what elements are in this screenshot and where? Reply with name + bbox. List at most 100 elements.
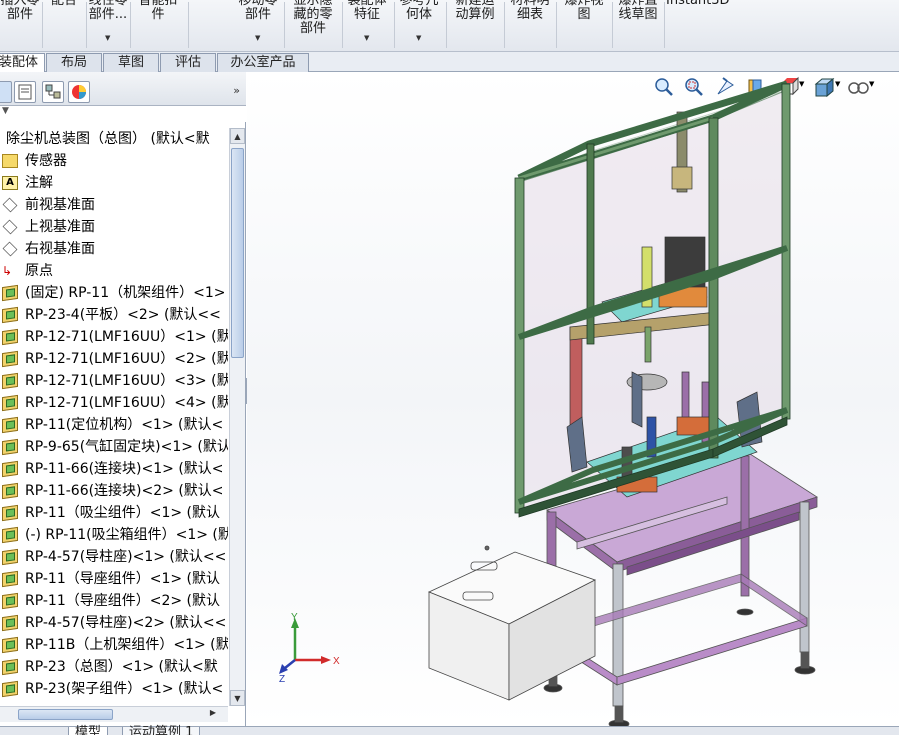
mate-button[interactable]: 配合 <box>44 0 84 52</box>
scroll-down-icon[interactable]: ▼ <box>230 690 245 706</box>
tree-item-component[interactable]: RP-11（导座组件）<1> (默认 <box>0 568 228 590</box>
explode-line-sketch-button[interactable]: 爆炸直 线草图 <box>612 0 664 52</box>
smart-fasteners-button[interactable]: 智能扣 件 <box>132 0 184 52</box>
tree-item-sensors[interactable]: 传感器 <box>0 150 228 172</box>
tree-item-label: 前视基准面 <box>25 197 95 213</box>
part-icon <box>2 614 18 632</box>
tree-item-front-plane[interactable]: 前视基准面 <box>0 194 228 216</box>
tab-office-products[interactable]: 办公室产品 <box>217 53 309 72</box>
tree-vertical-scrollbar[interactable]: ▲ ▼ <box>229 128 245 706</box>
tree-item-label: RP-11B（上机架组件）<1> (默 <box>25 637 228 653</box>
ribbon-separator <box>664 2 665 48</box>
tree-item-component[interactable]: RP-11B（上机架组件）<1> (默 <box>0 634 228 656</box>
command-manager-ribbon: 插入零 部件 配合 线性零 部件... ▼ 智能扣 件 移动零 部件 ▼ 显示隐 藏… <box>0 0 899 52</box>
tree-item-label: 注解 <box>25 175 53 191</box>
tree-item-component[interactable]: RP-23（总图）<1> (默认<默 <box>0 656 228 678</box>
tab-assembly[interactable]: 装配体 <box>0 53 45 73</box>
graphics-viewport[interactable]: ▼ ▼ ▼ Y X Z <box>247 72 899 726</box>
tab-model[interactable]: 模型 <box>68 726 109 735</box>
tree-item-component[interactable]: RP-11-66(连接块)<1> (默认< <box>0 458 228 480</box>
ribbon-separator <box>130 2 131 48</box>
tree-item-label: RP-11（导座组件）<2> (默认 <box>25 593 221 609</box>
tree-item-origin[interactable]: ↳ 原点 <box>0 260 228 282</box>
feature-manager-tree-icon[interactable] <box>0 81 12 103</box>
scroll-up-icon[interactable]: ▲ <box>230 128 245 144</box>
tree-root-assembly[interactable]: 除尘机总装图（总图） (默认<默 <box>0 128 228 150</box>
tree-item-label: RP-11（导座组件）<1> (默认 <box>25 571 221 587</box>
tab-motion-study[interactable]: 运动算例 1 <box>122 726 201 735</box>
part-icon <box>2 548 18 566</box>
tab-evaluate[interactable]: 评估 <box>160 53 216 72</box>
tab-layout[interactable]: 布局 <box>46 53 102 72</box>
tree-item-component[interactable]: RP-4-57(导柱座)<2> (默认<< <box>0 612 228 634</box>
plane-icon <box>2 241 18 257</box>
ribbon-separator <box>394 2 395 48</box>
tree-item-component[interactable]: RP-11（导座组件）<2> (默认 <box>0 590 228 612</box>
display-manager-icon[interactable] <box>68 81 90 103</box>
tree-item-component[interactable]: RP-23-4(平板）<2> (默认<< <box>0 304 228 326</box>
tree-item-component[interactable]: RP-12-71(LMF16UU）<1> (默 <box>0 326 228 348</box>
tree-item-right-plane[interactable]: 右视基准面 <box>0 238 228 260</box>
tree-item-component[interactable]: (-) RP-11(吸尘箱组件）<1> (默 <box>0 524 228 546</box>
tree-item-component[interactable]: RP-12-71(LMF16UU）<4> (默 <box>0 392 228 414</box>
ribbon-separator <box>42 2 43 48</box>
tree-item-component[interactable]: RP-4-57(导柱座)<1> (默认<< <box>0 546 228 568</box>
scroll-right-icon[interactable]: ▶ <box>210 708 216 717</box>
ribbon-button-label: 显示隐 藏的零 部件 <box>293 0 333 36</box>
tree-item-component[interactable]: RP-11-66(连接块)<2> (默认< <box>0 480 228 502</box>
tab-sketch[interactable]: 草图 <box>103 53 159 72</box>
dropdown-arrow-icon[interactable]: ▼ <box>105 31 110 45</box>
tree-item-top-plane[interactable]: 上视基准面 <box>0 216 228 238</box>
scrollbar-thumb[interactable] <box>231 148 244 358</box>
assembly-features-button[interactable]: 装配体 特征 ▼ <box>344 0 390 52</box>
ribbon-separator <box>446 2 447 48</box>
dropdown-arrow-icon[interactable]: ▼ <box>416 31 421 45</box>
scrollbar-thumb[interactable] <box>18 709 113 720</box>
bill-of-materials-button[interactable]: 材料明 细表 <box>506 0 554 52</box>
tree-item-label: RP-9-65(气缸固定块)<1> (默认 <box>25 439 228 455</box>
linear-pattern-button[interactable]: 线性零 部件... ▼ <box>88 0 128 52</box>
collapse-panel-icon[interactable]: » <box>233 84 240 97</box>
tree-item-component[interactable]: (固定) RP-11（机架组件）<1> <box>0 282 228 304</box>
tree-item-label: RP-11(定位机构）<1> (默认< <box>25 417 224 433</box>
tree-item-label: RP-12-71(LMF16UU）<4> (默 <box>25 395 228 411</box>
move-component-button[interactable]: 移动零 部件 ▼ <box>238 0 278 52</box>
new-motion-study-button[interactable]: 新建运 动算例 <box>448 0 502 52</box>
tree-item-label: RP-23(架子组件）<1> (默认< <box>25 681 224 697</box>
triad-x-arrow <box>321 656 331 664</box>
reference-geometry-button[interactable]: 参考几 何体 ▼ <box>396 0 442 52</box>
ribbon-button-label: 装配体 特征 <box>347 0 387 22</box>
tree-item-component[interactable]: RP-23(架子组件）<1> (默认< <box>0 678 228 700</box>
tree-horizontal-scrollbar[interactable]: ▶ <box>0 706 228 722</box>
tree-item-label: RP-23-4(平板）<2> (默认<< <box>25 307 221 323</box>
tree-item-label: RP-11（吸尘组件）<1> (默认 <box>25 505 221 521</box>
part-icon <box>2 592 18 610</box>
tree-item-label: RP-23（总图）<1> (默认<默 <box>25 659 218 675</box>
feature-manager-tab-bar: » <box>0 72 246 106</box>
ribbon-button-label: 智能扣 件 <box>138 0 178 22</box>
triad-z-axis <box>284 659 296 669</box>
ribbon-button-label: 线性零 部件... <box>88 0 128 22</box>
show-hidden-components-button[interactable]: 显示隐 藏的零 部件 <box>286 0 340 52</box>
configuration-manager-icon[interactable] <box>42 81 64 103</box>
exploded-view-button[interactable]: 爆炸视 图 <box>558 0 610 52</box>
instant3d-button[interactable]: Instant3D <box>666 0 738 52</box>
tree-item-component[interactable]: RP-12-71(LMF16UU）<3> (默 <box>0 370 228 392</box>
dropdown-arrow-icon[interactable]: ▼ <box>255 31 260 45</box>
feature-tree: 除尘机总装图（总图） (默认<默 传感器 A 注解 前视基准面 上视基准面 右视基… <box>0 128 228 702</box>
tree-item-component[interactable]: RP-11(定位机构）<1> (默认< <box>0 414 228 436</box>
tree-item-annotations[interactable]: A 注解 <box>0 172 228 194</box>
dropdown-arrow-icon[interactable]: ▼ <box>364 31 369 45</box>
tree-item-component[interactable]: RP-12-71(LMF16UU）<2> (默 <box>0 348 228 370</box>
insert-component-button[interactable]: 插入零 部件 <box>0 0 40 52</box>
plane-icon <box>2 197 18 213</box>
tree-item-label: (固定) RP-11（机架组件）<1> <box>25 285 226 301</box>
property-manager-icon[interactable] <box>14 81 36 103</box>
tree-item-component[interactable]: RP-9-65(气缸固定块)<1> (默认 <box>0 436 228 458</box>
triad-y-label: Y <box>291 612 298 623</box>
filter-dropdown-icon[interactable]: ▼ <box>2 106 9 116</box>
ribbon-button-label: 配合 <box>50 0 77 8</box>
part-icon <box>2 394 18 412</box>
tree-item-component[interactable]: RP-11（吸尘组件）<1> (默认 <box>0 502 228 524</box>
tree-item-label: RP-4-57(导柱座)<1> (默认<< <box>25 549 227 565</box>
